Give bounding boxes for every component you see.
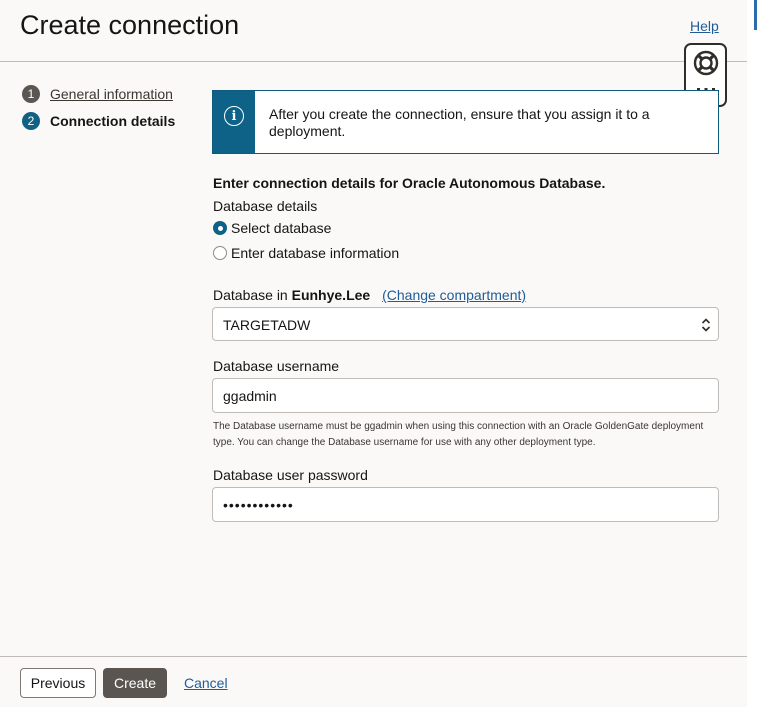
radio-button-checked[interactable]: [213, 221, 227, 235]
database-select[interactable]: TARGETADW: [212, 307, 719, 341]
database-in-prefix: Database in: [213, 287, 288, 303]
lifebuoy-icon: [693, 50, 719, 76]
database-details-label: Database details: [213, 198, 318, 214]
section-heading: Enter connection details for Oracle Auto…: [213, 175, 606, 191]
step-label: Connection details: [50, 113, 176, 129]
compartment-name: Eunhye.Lee: [291, 287, 371, 303]
database-compartment-label: Database in Eunhye.Lee (Change compartme…: [213, 287, 526, 303]
cancel-link[interactable]: Cancel: [184, 675, 228, 691]
chevron-up-down-icon: [701, 318, 711, 332]
create-connection-panel: Create connection Help 1 General informa…: [0, 0, 747, 707]
database-select-value: TARGETADW: [223, 317, 311, 333]
change-compartment-link[interactable]: (Change compartment): [382, 287, 526, 303]
step-label[interactable]: General information: [50, 86, 173, 102]
info-icon: i: [224, 106, 244, 126]
previous-button[interactable]: Previous: [20, 668, 96, 698]
radio-label: Enter database information: [231, 245, 400, 261]
step-number: 2: [22, 112, 40, 130]
page-title: Create connection: [20, 10, 240, 40]
help-link[interactable]: Help: [690, 18, 719, 34]
info-banner-text: After you create the connection, ensure …: [269, 106, 650, 139]
step-connection-details: 2 Connection details: [22, 112, 175, 130]
panel-footer: Previous Create Cancel: [0, 656, 747, 707]
database-password-input[interactable]: [212, 487, 719, 522]
radio-enter-database-information[interactable]: Enter database information: [213, 245, 399, 261]
database-username-input[interactable]: [212, 378, 719, 413]
radio-select-database[interactable]: Select database: [213, 220, 331, 236]
right-edge-background: [747, 0, 758, 707]
info-icon-column: i: [213, 91, 255, 153]
database-username-label: Database username: [213, 358, 340, 374]
radio-button-unchecked[interactable]: [213, 246, 227, 260]
create-button[interactable]: Create: [103, 668, 167, 698]
right-edge-accent: [754, 0, 757, 30]
step-number: 1: [22, 85, 40, 103]
panel-header: Create connection Help: [0, 0, 747, 62]
radio-label: Select database: [231, 220, 332, 236]
username-helper-text: The Database username must be ggadmin wh…: [213, 421, 704, 448]
step-general-information[interactable]: 1 General information: [22, 85, 173, 103]
info-banner: i After you create the connection, ensur…: [212, 90, 719, 154]
database-password-label: Database user password: [213, 467, 368, 483]
